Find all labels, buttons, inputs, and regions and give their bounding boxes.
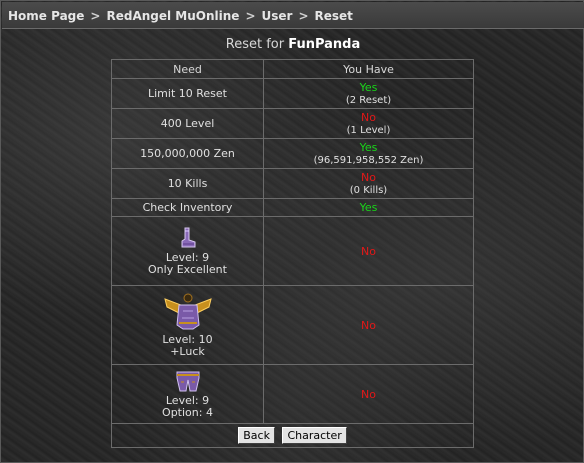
need-cell: 150,000,000 Zen (111, 138, 264, 169)
breadcrumb-separator: > (245, 9, 256, 23)
status-yes: Yes (359, 81, 378, 94)
need-cell: 400 Level (111, 108, 264, 139)
have-detail: (2 Reset) (345, 95, 392, 106)
button-row: Back Character (111, 423, 474, 448)
item-cell: Level: 9 Only Excellent (111, 216, 264, 286)
item-level: Level: 9 (165, 250, 210, 264)
have-cell: No (1 Level) (263, 108, 474, 139)
have-cell: No (0 Kills) (263, 168, 474, 199)
status-no: No (361, 171, 376, 184)
breadcrumb-separator: > (90, 9, 101, 23)
pants-icon (176, 371, 199, 391)
breadcrumb-separator: > (298, 9, 309, 23)
have-detail: (0 Kills) (349, 185, 388, 196)
page-title: Reset for FunPanda (1, 37, 584, 52)
table-row: 150,000,000 Zen Yes (96,591,958,552 Zen) (111, 138, 474, 169)
need-cell: Check Inventory (111, 198, 264, 217)
status-yes: Yes (359, 141, 378, 154)
have-cell: Yes (96,591,958,552 Zen) (263, 138, 474, 169)
item-cell: Level: 9 Option: 4 (111, 364, 264, 424)
item-level: Level: 10 (162, 332, 213, 346)
have-detail: (1 Level) (346, 125, 391, 136)
table-row: 400 Level No (1 Level) (111, 108, 474, 139)
reset-requirements-table: Need You Have Limit 10 Reset Yes (2 Rese… (111, 59, 474, 448)
item-row: Level: 9 Only Excellent No (111, 216, 474, 286)
need-cell: Limit 10 Reset (111, 78, 264, 109)
breadcrumb-server[interactable]: RedAngel MuOnline (106, 9, 239, 23)
status-no: No (361, 387, 376, 401)
have-cell: No (263, 364, 474, 424)
item-option: Option: 4 (162, 405, 213, 419)
header-need: Need (111, 59, 264, 79)
breadcrumb-user[interactable]: User (262, 9, 293, 23)
item-row: Level: 9 Option: 4 No (111, 364, 474, 424)
header-you-have: You Have (263, 59, 474, 79)
have-cell: No (263, 216, 474, 286)
table-row: 10 Kills No (0 Kills) (111, 168, 474, 199)
item-cell: Level: 10 +Luck (111, 285, 264, 365)
status-no: No (361, 318, 376, 332)
table-row: Check Inventory Yes (111, 198, 474, 217)
button-cell: Back Character (111, 423, 474, 448)
back-button[interactable]: Back (238, 427, 275, 444)
character-name: FunPanda (288, 37, 361, 52)
boots-icon (181, 227, 195, 247)
breadcrumb: Home Page > RedAngel MuOnline > User > Reset (2, 2, 584, 29)
page-frame: Home Page > RedAngel MuOnline > User > Reset R… (0, 0, 584, 463)
item-level: Level: 9 (165, 393, 210, 407)
status-yes: Yes (359, 201, 378, 214)
item-row: Level: 10 +Luck No (111, 285, 474, 365)
title-prefix: Reset for (225, 37, 285, 52)
item-option: +Luck (170, 344, 205, 358)
breadcrumb-home[interactable]: Home Page (8, 9, 84, 23)
have-detail: (96,591,958,552 Zen) (313, 155, 424, 166)
have-cell: Yes (2 Reset) (263, 78, 474, 109)
table-header-row: Need You Have (111, 59, 474, 79)
breadcrumb-reset: Reset (314, 9, 353, 23)
status-no: No (361, 111, 376, 124)
need-cell: 10 Kills (111, 168, 264, 199)
have-cell: Yes (263, 198, 474, 217)
winged-armor-icon (163, 293, 212, 329)
character-button[interactable]: Character (282, 427, 347, 444)
table-row: Limit 10 Reset Yes (2 Reset) (111, 78, 474, 109)
have-cell: No (263, 285, 474, 365)
item-option: Only Excellent (148, 262, 227, 276)
status-no: No (361, 244, 376, 258)
